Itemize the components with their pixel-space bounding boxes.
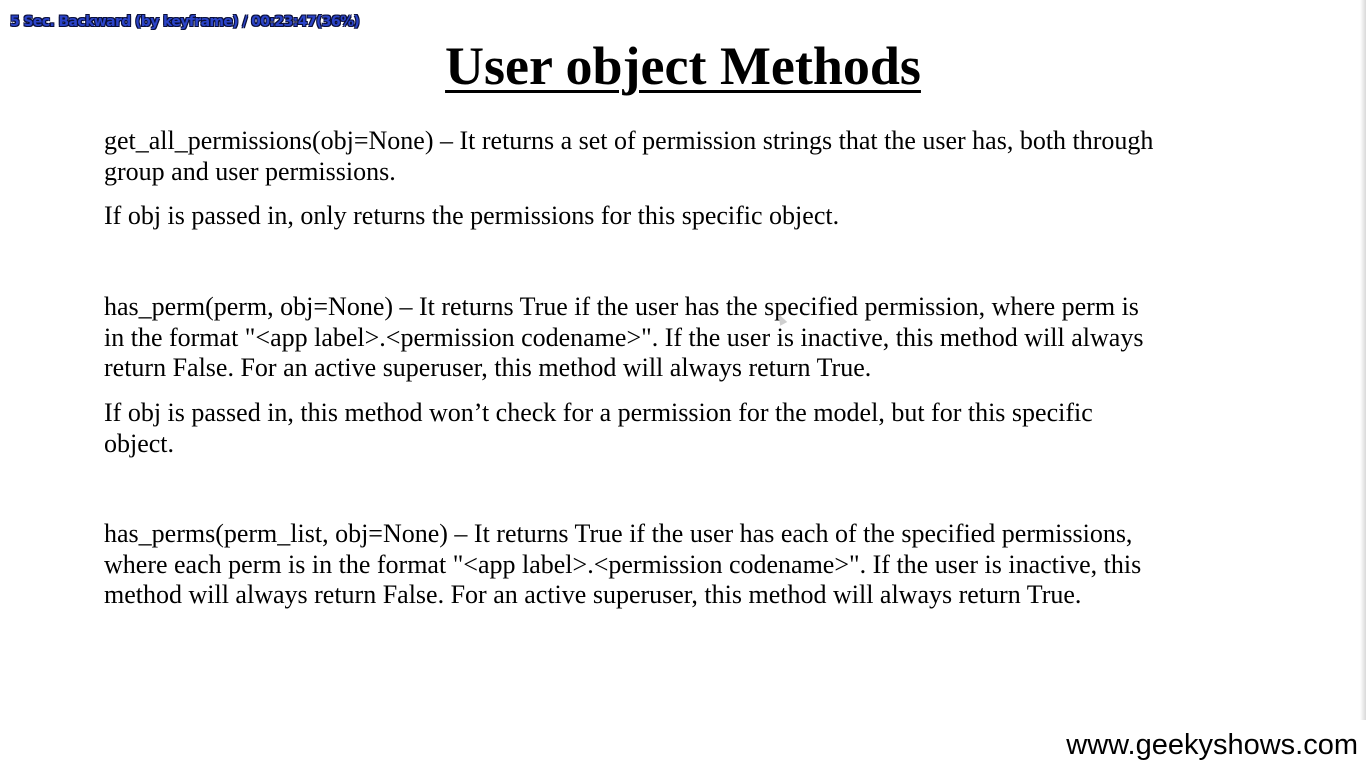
paragraph-has-perm-obj: If obj is passed in, this method won’t c… bbox=[104, 398, 1093, 458]
paragraph-has-perms: has_perms(perm_list, obj=None) – It retu… bbox=[104, 519, 1142, 609]
paragraph-get-all-permissions: get_all_permissions(obj=None) – It retur… bbox=[104, 126, 1154, 186]
slide-title-text: User object Methods bbox=[445, 36, 921, 96]
slide-right-edge bbox=[1360, 0, 1366, 720]
paragraph-get-all-permissions-obj: If obj is passed in, only returns the pe… bbox=[104, 201, 840, 230]
paragraph-has-perm: has_perm(perm, obj=None) – It returns Tr… bbox=[104, 292, 1144, 382]
slide-title: User object Methods bbox=[0, 35, 1366, 97]
player-osd-status: 5 Sec. Backward (by keyframe) / 00:23:47… bbox=[10, 14, 360, 30]
website-watermark: www.geekyshows.com bbox=[1066, 729, 1358, 761]
